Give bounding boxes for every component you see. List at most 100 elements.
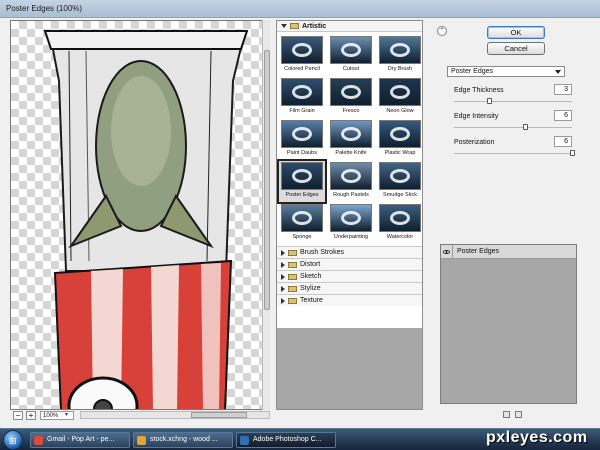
filter-thumbnail-label: Rough Pastels [333,192,369,198]
effect-layer[interactable]: Poster Edges [441,244,576,259]
filter-thumbnail[interactable]: Sponge [279,203,325,244]
parameter-slider-track[interactable] [454,153,572,155]
chevron-down-icon[interactable]: ▾ [65,411,68,418]
filter-thumbnail[interactable]: Watercolor [377,203,423,244]
trash-icon[interactable] [515,411,522,418]
expand-triangle-icon [281,297,285,304]
zoom-bar: − + 100% ▾ [10,410,270,422]
filter-thumbnail-label: Plastic Wrap [384,150,416,156]
filter-thumbnail-ring [292,127,312,141]
filter-thumbnail[interactable]: Rough Pastels [328,161,374,202]
filter-thumbnail-image [330,78,372,106]
filter-thumbnail-image [330,162,372,190]
filter-thumbnail-ring [390,127,410,141]
filter-thumbnail-grid: Colored Pencil Cutout Dry Brush Film Grain F… [277,32,422,246]
filter-thumbnail-label: Colored Pencil [284,66,320,72]
taskbar-button[interactable]: Adobe Photoshop C... [236,432,336,448]
taskbar-button[interactable]: stock.xchng - wood ... [133,432,233,448]
filter-thumbnail[interactable]: Colored Pencil [279,35,325,76]
start-button[interactable]: ⊞ [3,430,23,450]
filter-thumbnail-image [379,204,421,232]
filter-thumbnail-image [379,78,421,106]
filter-thumbnail[interactable]: Film Grain [279,77,325,118]
filter-select[interactable]: Poster Edges [447,66,565,77]
filter-thumbnail-ring [390,169,410,183]
filter-thumbnail-image [281,162,323,190]
filter-category[interactable]: Sketch [277,270,422,282]
filter-thumbnail-image [281,120,323,148]
filter-thumbnail[interactable]: Fresco [328,77,374,118]
app-icon [34,436,43,445]
filter-thumbnail[interactable]: Paint Daubs [279,119,325,160]
filter-thumbnail[interactable]: Underpainting [328,203,374,244]
new-effect-layer-icon[interactable] [503,411,510,418]
filter-category[interactable]: Stylize [277,282,422,294]
expand-triangle-icon [281,249,285,256]
effect-layers-list: Poster Edges [441,244,576,259]
app-icon [240,436,249,445]
filter-thumbnail-ring [341,43,361,57]
zoom-in-button[interactable]: + [26,411,36,420]
window-titlebar[interactable]: Poster Edges (100%) [0,0,600,18]
collapse-gallery-button[interactable]: ⌃ [437,26,447,36]
folder-icon [288,261,297,268]
filter-thumbnail[interactable]: Poster Edges [277,159,327,204]
category-label: Artistic [302,22,327,30]
filter-thumbnail-label: Fresco [342,108,360,114]
filter-gallery: Artistic Colored Pencil Cutout Dry Brush Fi… [276,20,423,410]
filter-thumbnail-label: Poster Edges [285,192,319,198]
cancel-button[interactable]: Cancel [487,42,545,55]
folder-icon [288,285,297,292]
category-artistic[interactable]: Artistic [277,21,422,32]
image-preview[interactable] [10,20,270,410]
taskbar-button-label: stock.xchng - wood ... [150,436,218,443]
taskbar-button[interactable]: Gmail - Pop Art - pe... [30,432,130,448]
filter-settings: Edge Thickness 3 Edge Intensity 6 Posterizat… [444,78,576,228]
filter-thumbnail-image [330,204,372,232]
filter-category[interactable]: Brush Strokes [277,246,422,258]
slider-knob[interactable] [522,124,528,130]
slider-knob[interactable] [487,98,493,104]
filter-thumbnail[interactable]: Neon Glow [377,77,423,118]
scrollbar-thumb[interactable] [191,412,247,418]
expand-triangle-icon [281,261,285,268]
filter-thumbnail-image [281,36,323,64]
filter-thumbnail-ring [292,43,312,57]
preview-vertical-scrollbar[interactable] [262,20,270,410]
filter-thumbnail-label: Neon Glow [386,108,414,114]
filter-thumbnail[interactable]: Plastic Wrap [377,119,423,160]
filter-thumbnail-label: Smudge Stick [383,192,417,198]
zoom-out-button[interactable]: − [13,411,23,420]
filter-thumbnail[interactable]: Palette Knife [328,119,374,160]
watermark: pxleyes.com [486,429,588,446]
folder-icon [288,297,297,304]
filter-category[interactable]: Texture [277,294,422,306]
filter-category[interactable]: Distort [277,258,422,270]
filter-thumbnail-ring [390,85,410,99]
zoom-level-select[interactable]: 100% [40,411,74,420]
parameter-slider-track[interactable] [454,101,572,103]
filter-thumbnail-image [379,120,421,148]
filter-thumbnail-label: Dry Brush [387,66,413,72]
eye-icon[interactable] [441,244,453,259]
parameter-value-input[interactable]: 3 [554,84,572,95]
preview-horizontal-scrollbar[interactable] [80,411,270,419]
filter-parameter: Posterization 6 [454,136,575,160]
filter-thumbnail[interactable]: Smudge Stick [377,161,423,202]
filter-thumbnail-image [281,78,323,106]
filter-thumbnail[interactable]: Cutout [328,35,374,76]
scrollbar-thumb[interactable] [264,50,270,310]
filter-thumbnail[interactable]: Dry Brush [377,35,423,76]
filter-thumbnail-ring [292,211,312,225]
effect-layers-panel: Poster Edges [440,244,577,404]
parameter-slider-track[interactable] [454,127,572,129]
folder-icon [288,273,297,280]
preview-image [43,30,249,409]
parameter-value-input[interactable]: 6 [554,110,572,121]
slider-knob[interactable] [570,150,575,156]
ok-button[interactable]: OK [487,26,545,39]
parameter-value-input[interactable]: 6 [554,136,572,147]
filter-thumbnail-ring [390,43,410,57]
expand-triangle-icon [281,24,287,28]
gallery-empty-area [277,328,422,409]
